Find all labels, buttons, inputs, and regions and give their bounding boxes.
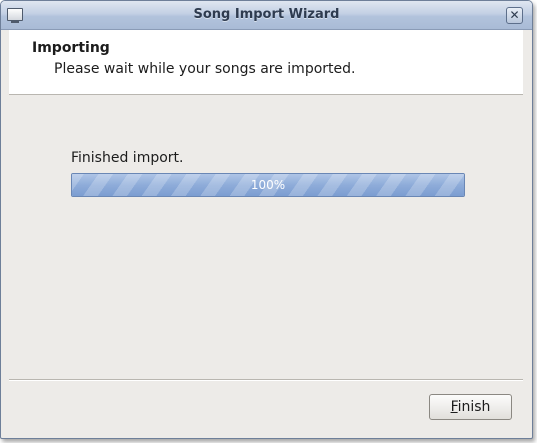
song-import-wizard-window: Song Import Wizard ✕ Importing Please wa…	[0, 0, 533, 439]
finish-mnemonic: F	[450, 399, 458, 415]
progress-percent-label: 100%	[250, 178, 286, 192]
close-button[interactable]: ✕	[506, 7, 523, 24]
page-subtitle: Please wait while your songs are importe…	[54, 61, 356, 77]
header-panel: Importing Please wait while your songs a…	[9, 30, 523, 95]
footer-divider	[9, 379, 523, 381]
import-status-label: Finished import.	[71, 150, 184, 166]
page-title: Importing	[32, 40, 110, 56]
title-bar[interactable]: Song Import Wizard ✕	[1, 1, 532, 30]
close-icon: ✕	[509, 8, 520, 22]
window-title: Song Import Wizard	[193, 7, 340, 22]
finish-button[interactable]: Finish	[429, 394, 512, 420]
finish-label-rest: inish	[457, 399, 491, 415]
import-progress-bar: 100%	[71, 173, 465, 197]
